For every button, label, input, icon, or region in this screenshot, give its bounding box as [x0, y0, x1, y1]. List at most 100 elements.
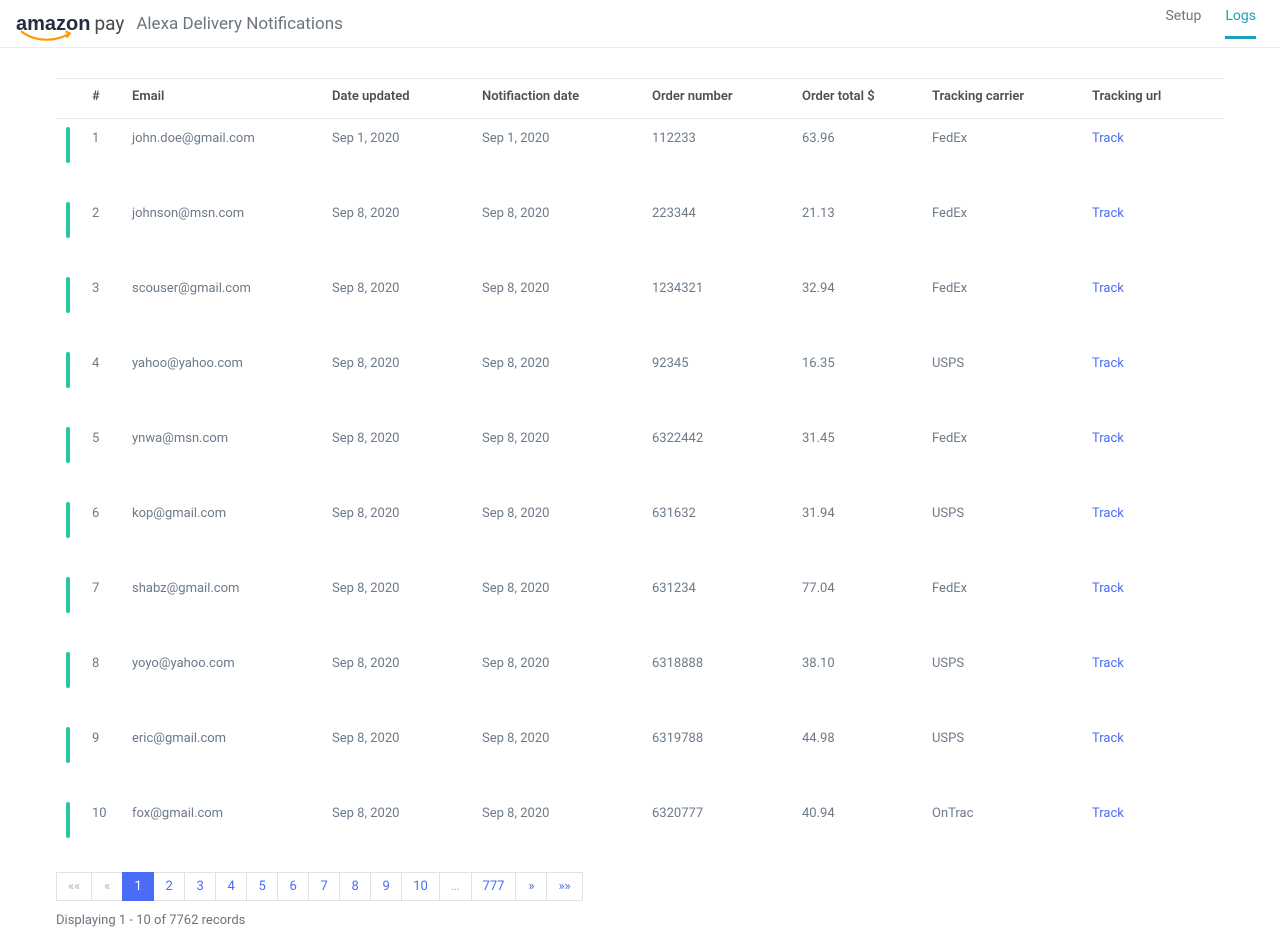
cell-email: yahoo@yahoo.com — [124, 344, 324, 419]
logo-pay-text: pay — [94, 12, 124, 35]
cell-order-number: 6319788 — [644, 719, 794, 794]
cell-carrier: FedEx — [924, 569, 1084, 644]
status-bar-cell — [56, 119, 84, 194]
header-left: amazon pay Alexa Delivery Notifications — [16, 12, 343, 36]
page-button[interactable]: 4 — [215, 872, 247, 901]
col-header-bar — [56, 79, 84, 119]
cell-tracking-url: Track — [1084, 719, 1224, 794]
track-link[interactable]: Track — [1092, 431, 1124, 446]
amazon-swoosh-icon — [20, 30, 80, 42]
pagination: «««12345678910…777»»» — [56, 872, 1224, 901]
cell-idx: 7 — [84, 569, 124, 644]
cell-tracking-url: Track — [1084, 344, 1224, 419]
table-row: 9eric@gmail.comSep 8, 2020Sep 8, 2020631… — [56, 719, 1224, 794]
page-button[interactable]: »» — [546, 872, 582, 901]
nav-logs[interactable]: Logs — [1225, 8, 1256, 39]
table-row: 10fox@gmail.comSep 8, 2020Sep 8, 2020632… — [56, 794, 1224, 869]
status-bar-icon — [66, 502, 70, 538]
cell-order-total: 77.04 — [794, 569, 924, 644]
cell-email: john.doe@gmail.com — [124, 119, 324, 194]
cell-email: shabz@gmail.com — [124, 569, 324, 644]
main-content: # Email Date updated Notifiaction date O… — [0, 48, 1280, 938]
cell-tracking-url: Track — [1084, 569, 1224, 644]
page-button[interactable]: » — [515, 872, 547, 901]
cell-carrier: FedEx — [924, 419, 1084, 494]
col-header-idx: # — [84, 79, 124, 119]
table-row: 7shabz@gmail.comSep 8, 2020Sep 8, 202063… — [56, 569, 1224, 644]
table-row: 5ynwa@msn.comSep 8, 2020Sep 8, 202063224… — [56, 419, 1224, 494]
app-title: Alexa Delivery Notifications — [136, 14, 343, 34]
table-header-row: # Email Date updated Notifiaction date O… — [56, 79, 1224, 119]
table-row: 1john.doe@gmail.comSep 1, 2020Sep 1, 202… — [56, 119, 1224, 194]
cell-tracking-url: Track — [1084, 644, 1224, 719]
table-row: 3scouser@gmail.comSep 8, 2020Sep 8, 2020… — [56, 269, 1224, 344]
cell-tracking-url: Track — [1084, 194, 1224, 269]
cell-idx: 3 — [84, 269, 124, 344]
cell-email: johnson@msn.com — [124, 194, 324, 269]
cell-notification-date: Sep 8, 2020 — [474, 344, 644, 419]
cell-order-total: 38.10 — [794, 644, 924, 719]
cell-idx: 8 — [84, 644, 124, 719]
cell-idx: 6 — [84, 494, 124, 569]
cell-order-number: 223344 — [644, 194, 794, 269]
nav-setup[interactable]: Setup — [1165, 8, 1201, 39]
status-bar-cell — [56, 719, 84, 794]
col-header-order-number: Order number — [644, 79, 794, 119]
cell-date-updated: Sep 8, 2020 — [324, 719, 474, 794]
table-row: 2johnson@msn.comSep 8, 2020Sep 8, 202022… — [56, 194, 1224, 269]
amazon-pay-logo: amazon pay — [16, 12, 124, 36]
cell-tracking-url: Track — [1084, 794, 1224, 869]
cell-notification-date: Sep 8, 2020 — [474, 494, 644, 569]
cell-order-number: 6318888 — [644, 644, 794, 719]
status-bar-cell — [56, 569, 84, 644]
cell-tracking-url: Track — [1084, 494, 1224, 569]
track-link[interactable]: Track — [1092, 731, 1124, 746]
col-header-order-total: Order total $ — [794, 79, 924, 119]
cell-idx: 9 — [84, 719, 124, 794]
cell-tracking-url: Track — [1084, 119, 1224, 194]
cell-notification-date: Sep 8, 2020 — [474, 794, 644, 869]
cell-date-updated: Sep 8, 2020 — [324, 644, 474, 719]
cell-tracking-url: Track — [1084, 419, 1224, 494]
status-bar-icon — [66, 577, 70, 613]
page-button[interactable]: 9 — [370, 872, 402, 901]
table-row: 4yahoo@yahoo.comSep 8, 2020Sep 8, 202092… — [56, 344, 1224, 419]
track-link[interactable]: Track — [1092, 206, 1124, 221]
cell-idx: 2 — [84, 194, 124, 269]
cell-date-updated: Sep 8, 2020 — [324, 494, 474, 569]
status-bar-cell — [56, 419, 84, 494]
page-button[interactable]: 1 — [122, 872, 154, 901]
status-bar-cell — [56, 644, 84, 719]
track-link[interactable]: Track — [1092, 581, 1124, 596]
col-header-carrier: Tracking carrier — [924, 79, 1084, 119]
top-nav: Setup Logs — [1165, 8, 1256, 39]
cell-carrier: OnTrac — [924, 794, 1084, 869]
track-link[interactable]: Track — [1092, 656, 1124, 671]
cell-idx: 10 — [84, 794, 124, 869]
cell-idx: 5 — [84, 419, 124, 494]
track-link[interactable]: Track — [1092, 281, 1124, 296]
cell-email: fox@gmail.com — [124, 794, 324, 869]
page-button[interactable]: 6 — [277, 872, 309, 901]
page-button[interactable]: 777 — [471, 872, 517, 901]
cell-date-updated: Sep 8, 2020 — [324, 194, 474, 269]
col-header-email: Email — [124, 79, 324, 119]
status-bar-icon — [66, 652, 70, 688]
track-link[interactable]: Track — [1092, 806, 1124, 821]
page-button: «« — [56, 872, 92, 901]
status-bar-cell — [56, 494, 84, 569]
track-link[interactable]: Track — [1092, 506, 1124, 521]
page-button[interactable]: 10 — [401, 872, 440, 901]
page-button[interactable]: 3 — [184, 872, 216, 901]
cell-date-updated: Sep 8, 2020 — [324, 569, 474, 644]
page-button[interactable]: 5 — [246, 872, 278, 901]
page-button[interactable]: 7 — [308, 872, 340, 901]
track-link[interactable]: Track — [1092, 356, 1124, 371]
status-bar-icon — [66, 727, 70, 763]
cell-email: yoyo@yahoo.com — [124, 644, 324, 719]
cell-date-updated: Sep 8, 2020 — [324, 794, 474, 869]
cell-carrier: FedEx — [924, 194, 1084, 269]
page-button[interactable]: 2 — [153, 872, 185, 901]
page-button[interactable]: 8 — [339, 872, 371, 901]
track-link[interactable]: Track — [1092, 131, 1124, 146]
